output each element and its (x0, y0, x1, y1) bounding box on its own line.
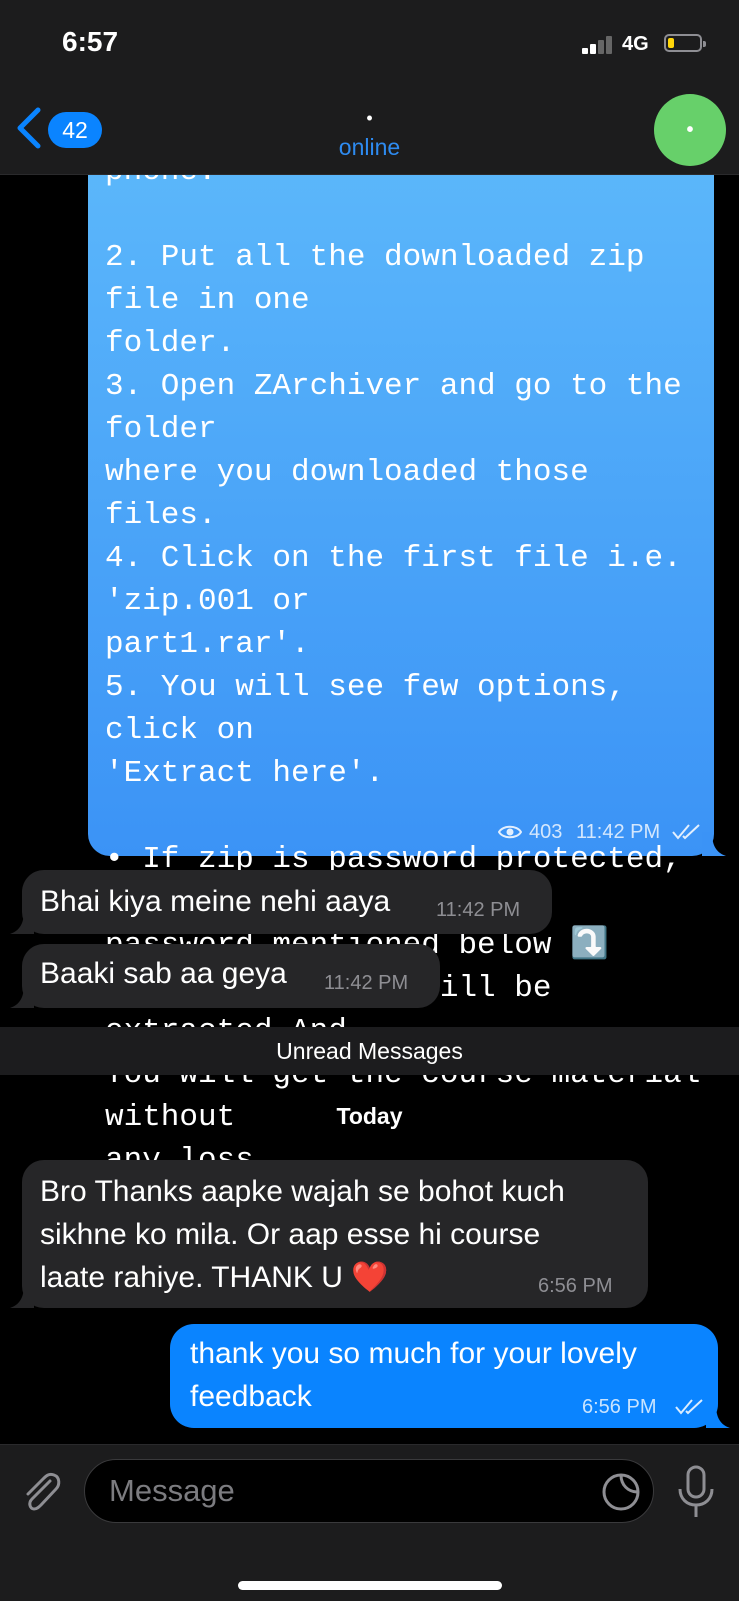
message-text: Bhai kiya meine nehi aaya (40, 885, 391, 918)
network-type: 4G (622, 33, 649, 55)
signal-icon (582, 34, 616, 54)
message-time: 11:42 PM (576, 821, 661, 843)
date-separator: Today (336, 1103, 403, 1129)
message-text-line: Bro Thanks aapke wajah se bohot kuch (40, 1175, 565, 1208)
paperclip-icon[interactable] (20, 1467, 64, 1517)
double-check-icon (675, 1399, 703, 1415)
bubble-tail (10, 1284, 34, 1308)
message-time: 6:56 PM (538, 1275, 613, 1297)
bubble-tail (10, 910, 34, 934)
message-time: 6:56 PM (582, 1396, 657, 1418)
battery-icon (664, 34, 706, 52)
message-text: Baaki sab aa geya (40, 957, 287, 990)
chat-name[interactable]: • (0, 108, 739, 128)
status-time: 6:57 (62, 26, 119, 57)
bubble-tail (702, 832, 726, 856)
message-input-bar (0, 1444, 739, 1601)
message-input[interactable] (84, 1459, 654, 1523)
chat-header: 6:57 4G 42 • online • (0, 0, 739, 175)
double-check-icon (672, 824, 700, 840)
avatar[interactable]: • (654, 94, 726, 166)
view-count: 403 (529, 821, 563, 843)
sticker-icon[interactable] (600, 1471, 642, 1513)
bubble-tail (10, 984, 34, 1008)
eye-icon (498, 825, 522, 839)
chat-status: online (338, 134, 401, 160)
bubble-tail (706, 1404, 730, 1428)
message-time: 11:42 PM (436, 899, 521, 921)
message-text-line: sikhne ko mila. Or aap esse hi course (40, 1218, 541, 1251)
message-text-line: laate rahiye. THANK U ❤️ (40, 1261, 389, 1294)
unread-messages-divider: Unread Messages (0, 1027, 739, 1075)
message-text-line: thank you so much for your lovely (190, 1337, 637, 1370)
message-time: 11:42 PM (324, 972, 409, 994)
message-text-line: feedback (190, 1380, 312, 1413)
microphone-icon[interactable] (674, 1463, 718, 1521)
chat-history[interactable]: phone. 2. Put all the downloaded zip fil… (0, 0, 739, 1444)
home-indicator (238, 1581, 502, 1590)
